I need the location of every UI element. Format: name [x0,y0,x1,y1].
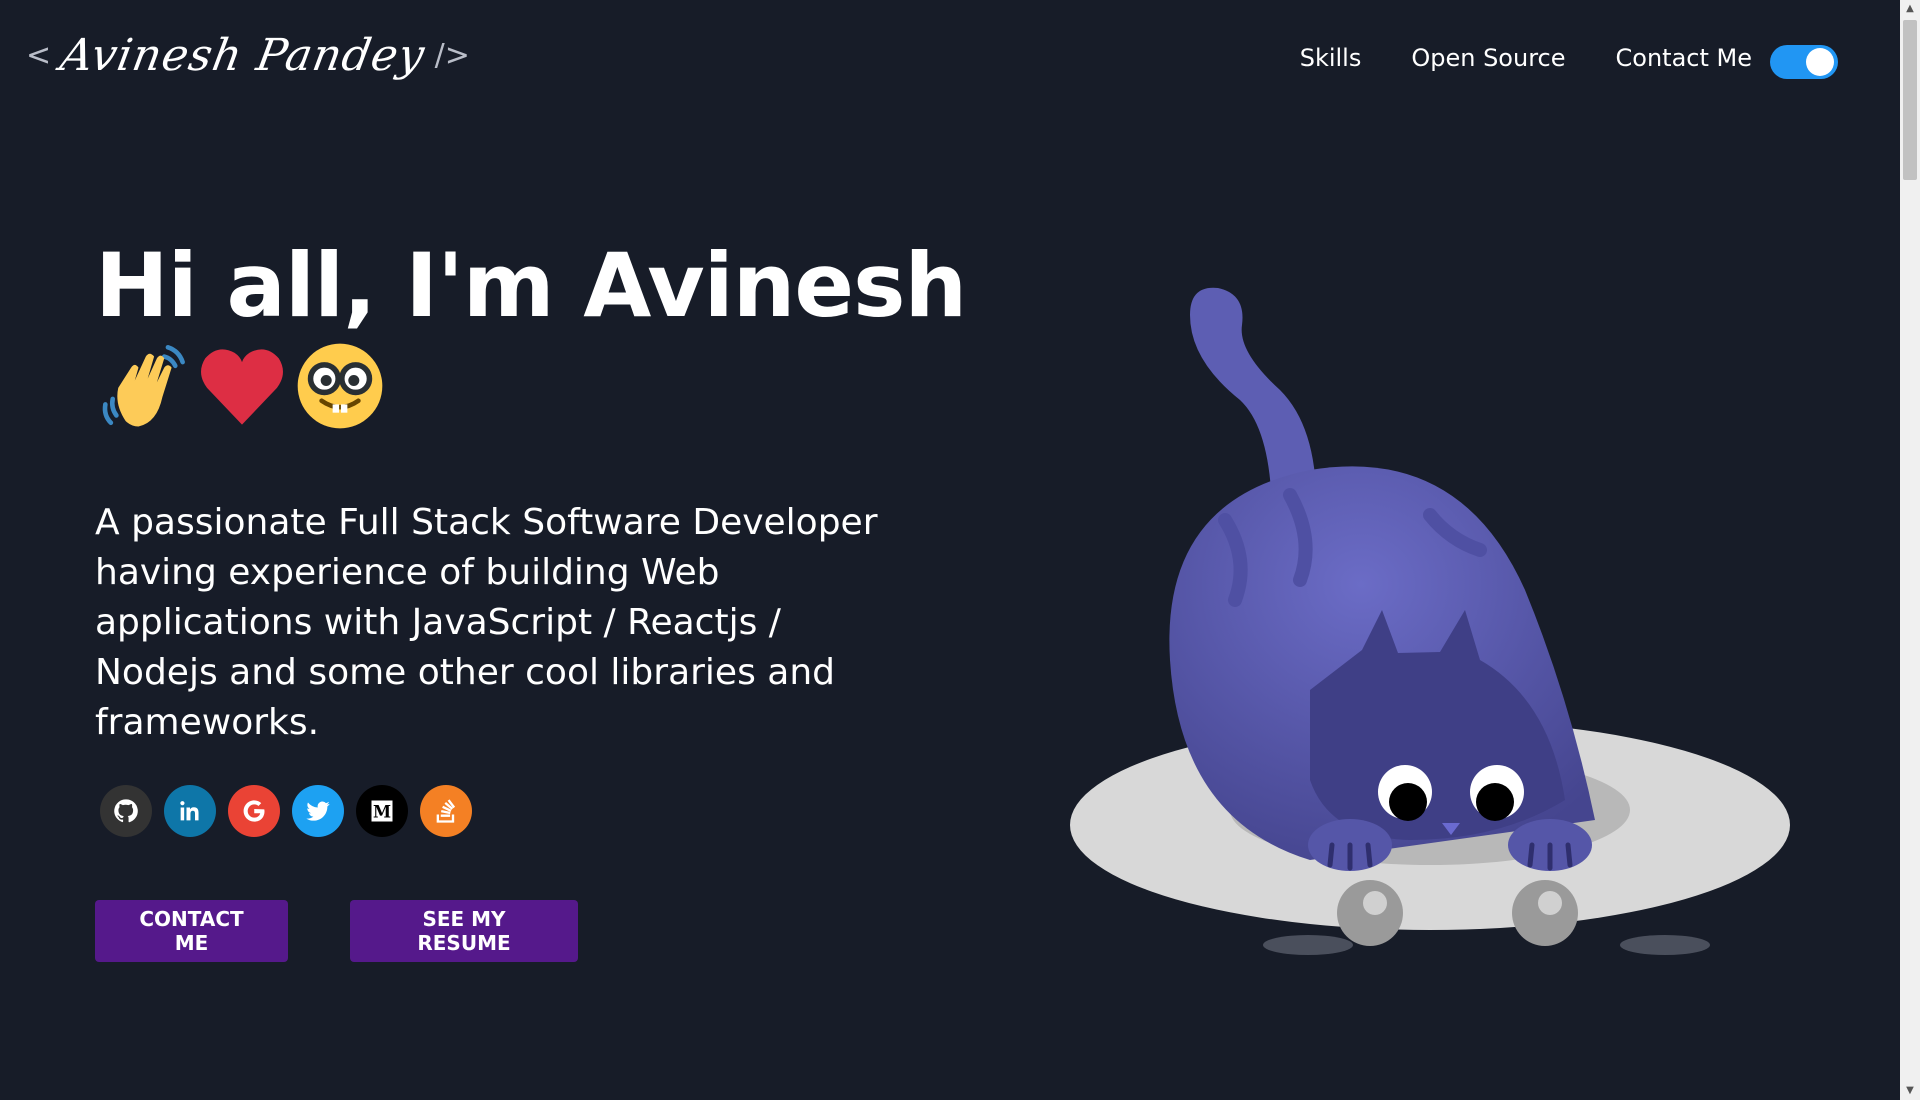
twitter-icon[interactable] [292,785,344,837]
svg-text:M: M [373,802,391,821]
contact-me-button[interactable]: CONTACT ME [95,900,288,962]
google-icon[interactable] [228,785,280,837]
red-heart-icon [201,349,283,425]
main-nav: Skills Open Source Contact Me [1300,44,1752,72]
see-my-resume-button[interactable]: SEE MY RESUME [350,900,578,962]
page: < Avinesh Pandey /> Skills Open Source C… [0,0,1900,1100]
scroll-up-arrow-icon[interactable]: ▲ [1900,0,1920,18]
hero-subtitle: A passionate Full Stack Software Develop… [95,502,878,743]
scroll-down-arrow-icon[interactable]: ▼ [1900,1082,1920,1100]
cat-illustration [1070,287,1790,955]
medium-icon[interactable]: M [356,785,408,837]
social-links: M [100,785,472,837]
page-scrollbar[interactable]: ▲ ▼ [1900,0,1920,1100]
hero-greeting: Hi all, I'm Avinesh [95,234,967,337]
logo-open-bracket: < [26,38,52,73]
linkedin-icon[interactable] [164,785,216,837]
nav-contact-me[interactable]: Contact Me [1616,44,1752,72]
nav-open-source[interactable]: Open Source [1411,44,1565,72]
site-logo[interactable]: < Avinesh Pandey /> [26,30,470,81]
logo-close-bracket: /> [434,38,470,73]
waving-hand-icon [102,345,185,427]
scrollbar-thumb[interactable] [1903,20,1917,180]
stack-overflow-icon[interactable] [420,785,472,837]
hero-emojis [98,340,386,432]
toggle-knob [1806,48,1834,76]
logo-signature: Avinesh Pandey [56,30,430,81]
theme-toggle[interactable] [1770,45,1838,79]
nerd-face-icon [297,343,383,429]
nav-skills[interactable]: Skills [1300,44,1362,72]
github-icon[interactable] [100,785,152,837]
